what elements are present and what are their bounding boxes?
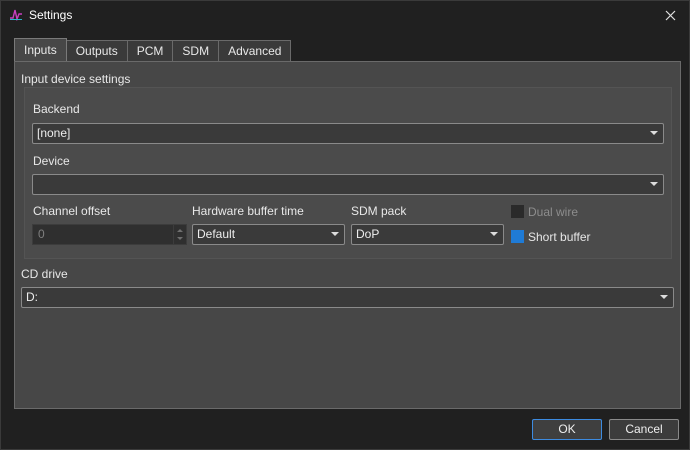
inputs-panel: Input device settings Backend [none] Dev… (14, 61, 681, 409)
spin-down-icon[interactable] (177, 237, 183, 240)
tab-inputs[interactable]: Inputs (14, 38, 67, 61)
sdm-pack-value: DoP (356, 227, 380, 241)
close-icon (665, 10, 675, 20)
input-device-group: Backend [none] Device Channel offset 0 H… (24, 87, 672, 259)
tab-advanced[interactable]: Advanced (219, 40, 292, 61)
tab-bar: Inputs Outputs PCM SDM Advanced (14, 38, 292, 61)
chevron-down-icon (490, 232, 498, 236)
chevron-down-icon (650, 182, 658, 186)
cd-drive-label: CD drive (21, 267, 68, 281)
backend-value: [none] (37, 126, 71, 140)
sdm-pack-select[interactable]: DoP (351, 224, 504, 245)
cd-drive-select[interactable]: D: (21, 287, 674, 308)
ok-button[interactable]: OK (532, 419, 602, 440)
dual-wire-label: Dual wire (528, 205, 579, 219)
input-device-settings-label: Input device settings (21, 72, 131, 86)
short-buffer-checkbox[interactable] (511, 230, 524, 243)
backend-select[interactable]: [none] (32, 123, 664, 144)
cd-drive-value: D: (26, 290, 38, 304)
channel-offset-value: 0 (38, 227, 45, 241)
spin-up-icon[interactable] (177, 229, 183, 232)
chevron-down-icon (660, 295, 668, 299)
tab-sdm[interactable]: SDM (173, 40, 220, 61)
hardware-buffer-time-value: Default (197, 227, 236, 241)
device-label: Device (33, 154, 70, 168)
short-buffer-label: Short buffer (528, 230, 591, 244)
sdm-pack-label: SDM pack (351, 204, 407, 218)
tab-outputs[interactable]: Outputs (66, 40, 128, 61)
chevron-down-icon (650, 131, 658, 135)
title-bar: Settings (1, 1, 689, 29)
backend-label: Backend (33, 102, 80, 116)
settings-window: Settings Inputs Outputs PCM SDM Advanced… (0, 0, 690, 450)
channel-offset-spinbox[interactable]: 0 (32, 224, 187, 245)
app-logo-icon (10, 9, 22, 21)
dual-wire-checkbox[interactable] (511, 205, 524, 218)
window-title: Settings (29, 8, 73, 22)
close-button[interactable] (659, 5, 681, 25)
chevron-down-icon (331, 232, 339, 236)
device-select[interactable] (32, 174, 664, 195)
spin-buttons[interactable] (173, 225, 186, 244)
hardware-buffer-time-label: Hardware buffer time (192, 204, 304, 218)
cancel-button[interactable]: Cancel (609, 419, 679, 440)
hardware-buffer-time-select[interactable]: Default (192, 224, 345, 245)
tab-pcm[interactable]: PCM (127, 40, 174, 61)
channel-offset-label: Channel offset (33, 204, 111, 218)
